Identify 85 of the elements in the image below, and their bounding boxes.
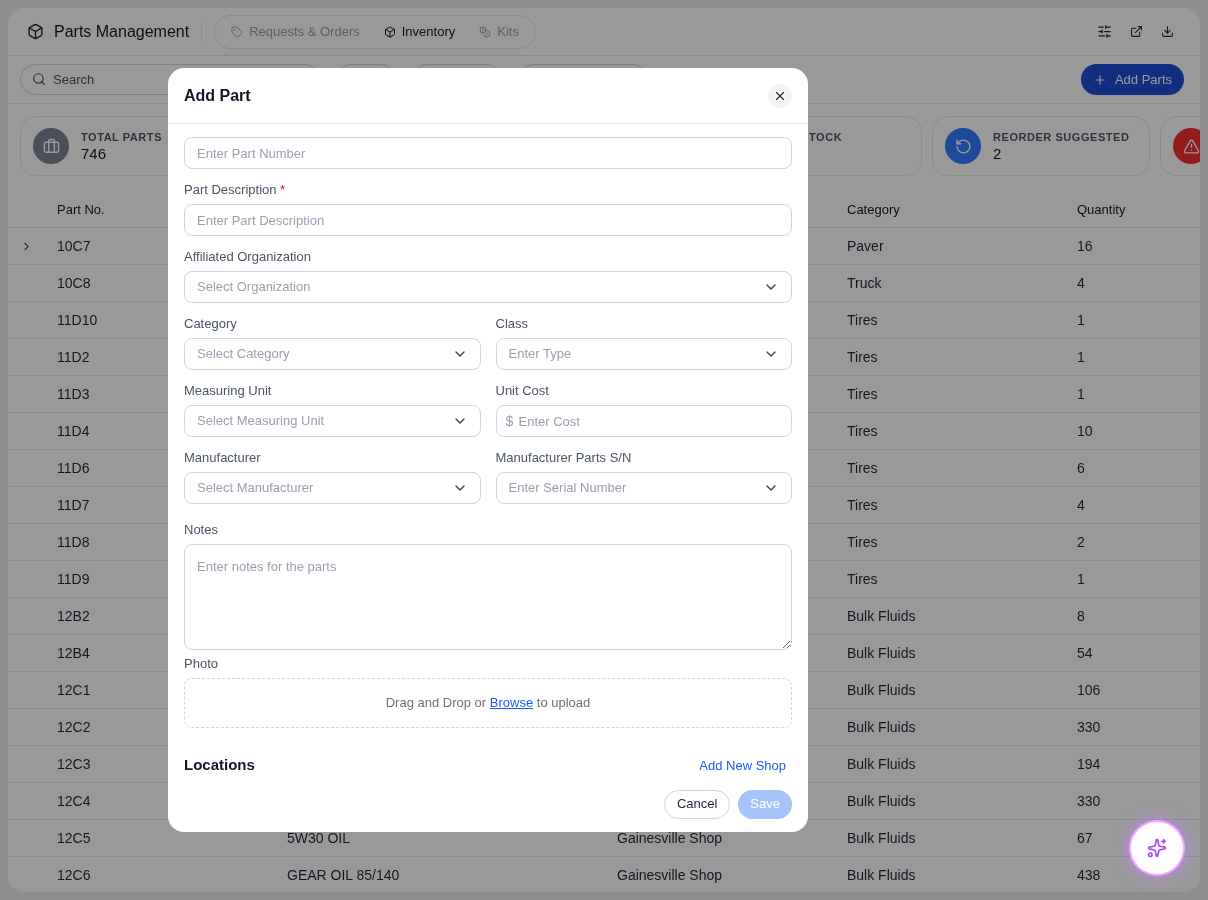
stat-label: TOTAL PARTS (81, 130, 162, 144)
select-placeholder: Select Manufacturer (197, 479, 314, 498)
dialog-title: Add Part (184, 85, 251, 106)
table-cell-text: 330 (1077, 791, 1101, 811)
select-placeholder: Enter Serial Number (508, 479, 627, 498)
table-cell-text: 1 (1077, 569, 1085, 589)
table-cell-text: 194 (1077, 754, 1101, 774)
page-title: Parts Management (54, 21, 190, 42)
table-cell-text: Tires (847, 532, 878, 552)
table-cell-text: 106 (1077, 680, 1101, 700)
table-cell-text: 1 (1077, 310, 1085, 330)
table-cell-text: GEAR OIL 85/140 (287, 865, 400, 885)
select-placeholder: Enter Type (508, 345, 572, 364)
table-cell-text: 11D4 (57, 421, 90, 441)
field-label: Photo (184, 655, 219, 673)
table-cell-text: 6 (1077, 458, 1085, 478)
table-cell-text: 11D9 (57, 569, 90, 589)
table-cell-text: Tires (847, 569, 878, 589)
table-cell-text: Bulk Fluids (847, 606, 916, 626)
field-label: Unit Cost (495, 382, 550, 400)
field-label: Class (495, 315, 529, 333)
table-cell-text: Bulk Fluids (847, 717, 916, 737)
field-label: Part Description * (184, 181, 287, 199)
field-label: Measuring Unit (184, 382, 273, 400)
table-cell-text: Gainesville Shop (617, 865, 723, 885)
field-label: Affiliated Organization (184, 248, 312, 266)
table-cell-text: Truck (847, 273, 882, 293)
table-cell-text: 11D7 (57, 495, 90, 515)
field-label: Manufacturer Parts S/N (495, 449, 633, 467)
table-cell-text: Gainesville Shop (617, 828, 723, 848)
table-cell-text: 1 (1077, 384, 1085, 404)
table-cell-text: Tires (847, 347, 878, 367)
table-cell-text: Tires (847, 495, 878, 515)
table-cell-text: Tires (847, 384, 878, 404)
select-placeholder: Select Category (197, 345, 290, 364)
stat-label: TOCK (809, 130, 843, 144)
select-placeholder: Select Organization (197, 278, 311, 297)
currency-prefix: $ (505, 412, 514, 431)
table-cell-text: 10 (1077, 421, 1093, 441)
table-cell-text: 330 (1077, 717, 1101, 737)
table-cell-text: Tires (847, 421, 878, 441)
table-cell-text: 10C8 (57, 273, 91, 293)
field-label: Category (184, 315, 238, 333)
table-cell-text: 12B4 (57, 643, 90, 663)
table-cell-text: 438 (1077, 865, 1101, 885)
table-cell-text: 11D10 (57, 310, 98, 330)
stat-value: 2 (993, 144, 1003, 164)
stat-label: REORDER SUGGESTED (993, 130, 1130, 144)
table-cell-text: 12C5 (57, 828, 91, 848)
table-cell-text: 12C4 (57, 791, 91, 811)
select-placeholder: Select Measuring Unit (197, 412, 325, 431)
table-cell-text: Bulk Fluids (847, 865, 916, 885)
table-cell-text: 12C2 (57, 717, 91, 737)
field-label: Manufacturer (184, 449, 262, 467)
table-cell-text: Bulk Fluids (847, 643, 916, 663)
table-cell-text: Tires (847, 458, 878, 478)
table-cell-text: 1 (1077, 347, 1085, 367)
table-cell-text: 8 (1077, 606, 1085, 626)
upload-text: Drag and Drop or Browse to upload (385, 694, 591, 713)
table-cell-text: 4 (1077, 495, 1085, 515)
table-cell-text: 11D8 (57, 532, 90, 552)
table-cell-text: Tires (847, 310, 878, 330)
table-cell-text: 12B2 (57, 606, 90, 626)
table-cell-text: 11D6 (57, 458, 90, 478)
required-mark: * (279, 182, 286, 197)
table-cell-text: 16 (1077, 236, 1093, 256)
table-cell-text: 12C6 (57, 865, 91, 885)
table-cell-text: 11D2 (57, 347, 90, 367)
stat-value: 746 (81, 144, 108, 164)
table-cell-text: 5W30 OIL (287, 828, 351, 848)
table-cell-text: 4 (1077, 273, 1085, 293)
table-cell-text: 12C3 (57, 754, 91, 774)
table-cell-text: Bulk Fluids (847, 828, 916, 848)
table-cell-text: Paver (847, 236, 884, 256)
table-cell-text: Bulk Fluids (847, 680, 916, 700)
table-cell-text: 67 (1077, 828, 1093, 848)
table-cell-text: 11D3 (57, 384, 90, 404)
table-cell-text: 10C7 (57, 236, 91, 256)
table-cell-text: Bulk Fluids (847, 754, 916, 774)
table-cell-text: Bulk Fluids (847, 791, 916, 811)
table-cell-text: 54 (1077, 643, 1093, 663)
table-cell-text: 12C1 (57, 680, 91, 700)
locations-heading: Locations (184, 755, 255, 775)
table-cell-text: 2 (1077, 532, 1085, 552)
field-label: Notes (184, 521, 219, 539)
